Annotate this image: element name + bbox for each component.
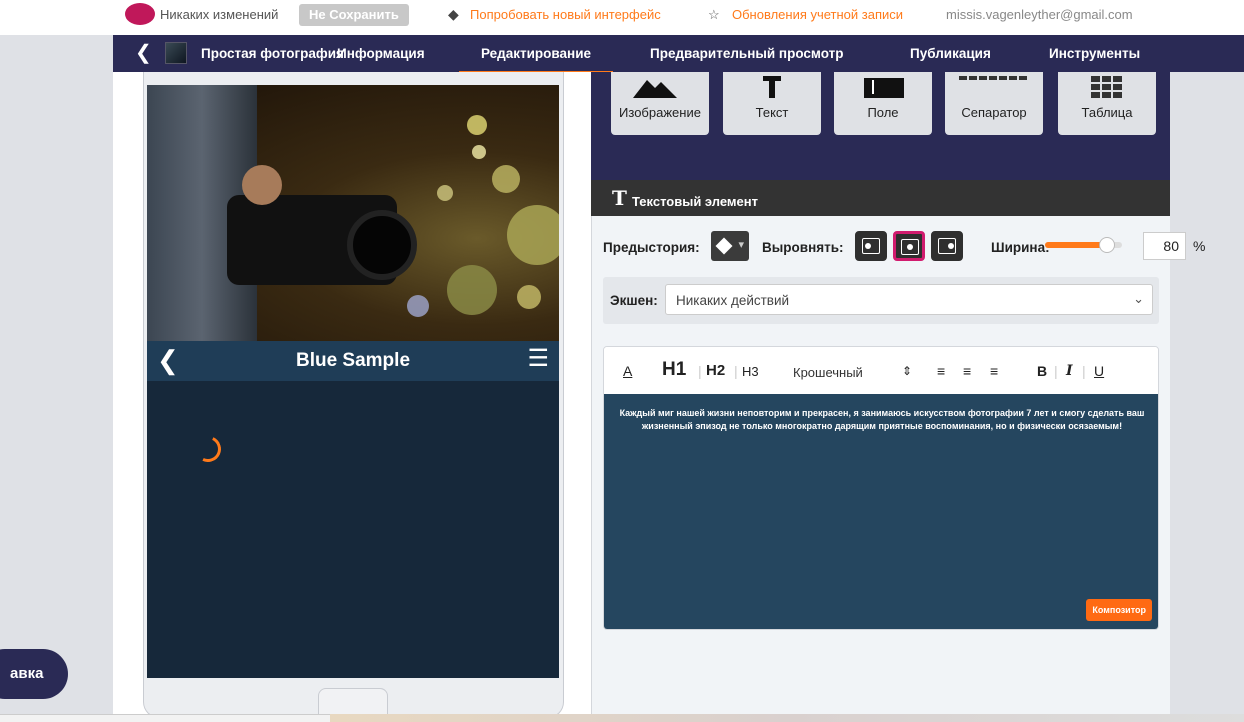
text-element-title: Текстовый элемент xyxy=(632,194,758,209)
align-right-button[interactable] xyxy=(931,231,963,261)
changes-status: Никаких изменений xyxy=(160,7,279,22)
account-updates-link[interactable]: Обновления учетной записи xyxy=(732,8,903,22)
app-logo-icon xyxy=(125,3,155,25)
tool-separator-label: Сепаратор xyxy=(961,105,1027,120)
bottom-taskbar xyxy=(0,714,330,722)
editor-toolbar: A H1 | H2 | H3 Крошечный ⇕ ≡ ≡ ≡ B | I |… xyxy=(604,347,1158,394)
rich-text-editor: A H1 | H2 | H3 Крошечный ⇕ ≡ ≡ ≡ B | I |… xyxy=(603,346,1159,630)
tool-field-label: Поле xyxy=(867,105,899,120)
toolbar-divider: | xyxy=(1082,363,1086,379)
width-slider-fill xyxy=(1045,242,1107,248)
hamburger-menu-icon[interactable]: ☰ xyxy=(527,347,549,371)
updown-icon[interactable]: ⇕ xyxy=(902,364,912,378)
tab-publish[interactable]: Публикация xyxy=(910,46,991,61)
text-element-icon: T xyxy=(612,186,627,210)
field-icon xyxy=(864,78,904,98)
text-element-header: T Текстовый элемент xyxy=(591,180,1170,216)
bokeh-light xyxy=(447,265,497,315)
align-center-icon xyxy=(901,239,919,255)
chevron-down-icon: ⌄ xyxy=(1133,291,1144,306)
tool-separator-button[interactable]: Сепаратор xyxy=(945,72,1043,135)
width-input[interactable]: 80 xyxy=(1143,232,1186,260)
tool-text-label: Текст xyxy=(755,105,789,120)
heading3-button[interactable]: H3 xyxy=(742,364,759,379)
font-color-button[interactable]: A xyxy=(623,363,632,379)
action-select[interactable]: Никаких действий ⌄ xyxy=(665,284,1153,315)
app-thumbnail xyxy=(165,42,187,64)
help-button[interactable]: авка xyxy=(0,649,68,699)
action-select-value: Никаких действий xyxy=(676,293,790,308)
font-size-select[interactable]: Крошечный xyxy=(793,365,863,380)
separator-icon xyxy=(959,76,1027,80)
tool-field-button[interactable]: Поле xyxy=(834,72,932,135)
account-bar: Никаких изменений Не Сохранить Попробова… xyxy=(0,0,1244,35)
width-label: Ширина: xyxy=(991,240,1050,255)
bokeh-light xyxy=(407,295,429,317)
composer-button[interactable]: Композитор xyxy=(1086,599,1152,621)
tool-table-button[interactable]: Таблица xyxy=(1058,72,1156,135)
bold-button[interactable]: B xyxy=(1037,363,1047,379)
try-new-interface-link[interactable]: Попробовать новый интерфейс xyxy=(470,8,661,22)
tab-info[interactable]: Информация xyxy=(337,46,425,61)
save-button[interactable]: Не Сохранить xyxy=(299,4,409,26)
bokeh-light xyxy=(492,165,520,193)
align-label: Выровнять: xyxy=(762,240,844,255)
tab-tools[interactable]: Инструменты xyxy=(1049,46,1140,61)
photo-hand xyxy=(242,165,282,205)
heading1-button[interactable]: H1 xyxy=(662,359,686,381)
device-screen: ❮ Blue Sample ☰ xyxy=(147,85,559,678)
content-text[interactable]: Каждый миг нашей жизни неповторим и прек… xyxy=(618,407,1146,433)
action-label: Экшен: xyxy=(610,293,658,308)
bokeh-light xyxy=(437,185,453,201)
tab-edit[interactable]: Редактирование xyxy=(458,46,614,74)
image-icon xyxy=(633,80,677,98)
diamond-icon: ◆ xyxy=(448,6,459,22)
background-label: Предыстория: xyxy=(603,240,700,255)
align-left-text-icon[interactable]: ≡ xyxy=(937,363,945,379)
main-nav: ❮ Простая фотография Информация Редактир… xyxy=(113,35,1244,74)
preview-app-title[interactable]: Blue Sample xyxy=(147,350,559,372)
bokeh-light xyxy=(517,285,541,309)
fill-bucket-icon xyxy=(715,237,733,255)
align-center-button[interactable] xyxy=(893,231,925,261)
toolbar-divider: | xyxy=(698,363,702,379)
bokeh-light xyxy=(507,205,559,265)
toolbar-divider: | xyxy=(1054,363,1058,379)
star-icon: ☆ xyxy=(708,7,720,22)
width-unit: % xyxy=(1193,238,1206,254)
width-slider-handle[interactable] xyxy=(1098,237,1115,253)
bokeh-light xyxy=(467,115,487,135)
align-left-button[interactable] xyxy=(855,231,887,261)
photo-lens xyxy=(347,210,417,280)
tab-preview[interactable]: Предварительный просмотр xyxy=(650,46,843,61)
header-photo[interactable] xyxy=(147,85,559,341)
user-email-menu[interactable]: missis.vagenleyther@gmail.com xyxy=(946,8,1133,22)
tool-image-button[interactable]: Изображение xyxy=(611,72,709,135)
tool-image-label: Изображение xyxy=(619,105,701,120)
bottom-taskbar-strip xyxy=(330,714,1244,722)
preview-app-header: ❮ Blue Sample ☰ xyxy=(147,341,559,381)
table-icon xyxy=(1091,76,1122,98)
back-icon[interactable]: ❮ xyxy=(135,43,152,63)
align-right-icon xyxy=(938,238,956,254)
bokeh-light xyxy=(472,145,486,159)
heading2-button[interactable]: H2 xyxy=(706,362,725,379)
align-left-icon xyxy=(862,238,880,254)
toolbar-divider: | xyxy=(734,363,738,379)
editor-content[interactable]: Каждый миг нашей жизни неповторим и прек… xyxy=(604,394,1158,629)
app-title: Простая фотография xyxy=(201,46,344,61)
align-right-text-icon[interactable]: ≡ xyxy=(990,363,998,379)
background-picker[interactable]: ▾ xyxy=(711,231,749,261)
underline-button[interactable]: U xyxy=(1094,363,1104,379)
width-slider[interactable] xyxy=(1045,237,1122,253)
action-row: Экшен: Никаких действий ⌄ xyxy=(603,277,1159,324)
caret-down-icon: ▾ xyxy=(738,239,744,251)
tool-table-label: Таблица xyxy=(1081,105,1133,120)
tool-text-button[interactable]: Текст xyxy=(723,72,821,135)
italic-button[interactable]: I xyxy=(1066,363,1073,379)
text-icon xyxy=(763,76,781,98)
align-center-text-icon[interactable]: ≡ xyxy=(963,363,971,379)
